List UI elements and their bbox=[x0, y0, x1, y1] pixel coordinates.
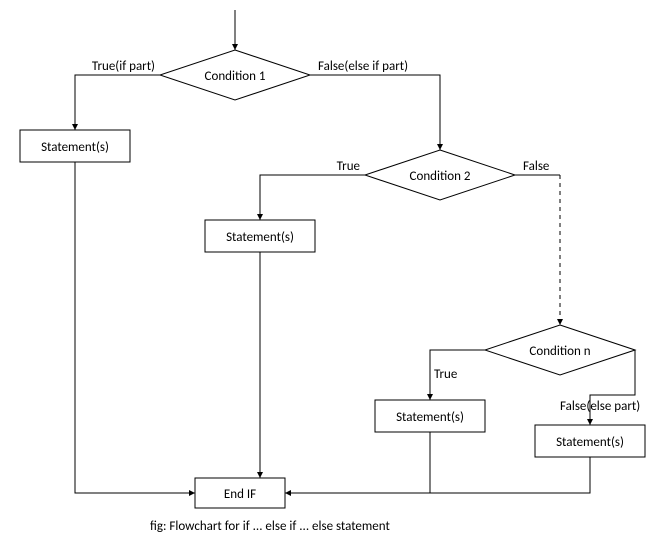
edge-label-truen: True bbox=[434, 367, 457, 382]
label-condition-2: Condition 2 bbox=[410, 169, 471, 184]
edge-label-true2: True bbox=[337, 159, 360, 174]
label-stmt-if: Statement(s) bbox=[41, 140, 109, 155]
edge-stmt-else-end bbox=[430, 457, 590, 493]
edge-label-false-elif: False(else if part) bbox=[318, 59, 408, 74]
edge-cond1-cond2 bbox=[310, 75, 440, 150]
edge-stmt-if-end bbox=[75, 162, 195, 493]
label-stmt-else: Statement(s) bbox=[556, 435, 624, 450]
edge-label-true-if: True(if part) bbox=[92, 59, 155, 74]
flowchart: Condition 1 True(if part) Statement(s) F… bbox=[0, 0, 669, 548]
label-stmt-elif: Statement(s) bbox=[226, 230, 294, 245]
figure-caption: fig: Flowchart for if ... else if ... el… bbox=[150, 519, 390, 534]
label-stmt-n: Statement(s) bbox=[396, 410, 464, 425]
label-condition-1: Condition 1 bbox=[205, 69, 266, 84]
edge-cond2-stmt-elif bbox=[260, 175, 365, 220]
edge-label-false2: False bbox=[523, 159, 549, 174]
edge-cond1-stmt-if bbox=[75, 75, 160, 130]
label-condition-n: Condition n bbox=[529, 344, 590, 359]
edge-stmt-n-end bbox=[285, 432, 430, 493]
edge-label-false-else: False(else part) bbox=[560, 399, 640, 414]
label-end-if: End IF bbox=[224, 487, 256, 502]
